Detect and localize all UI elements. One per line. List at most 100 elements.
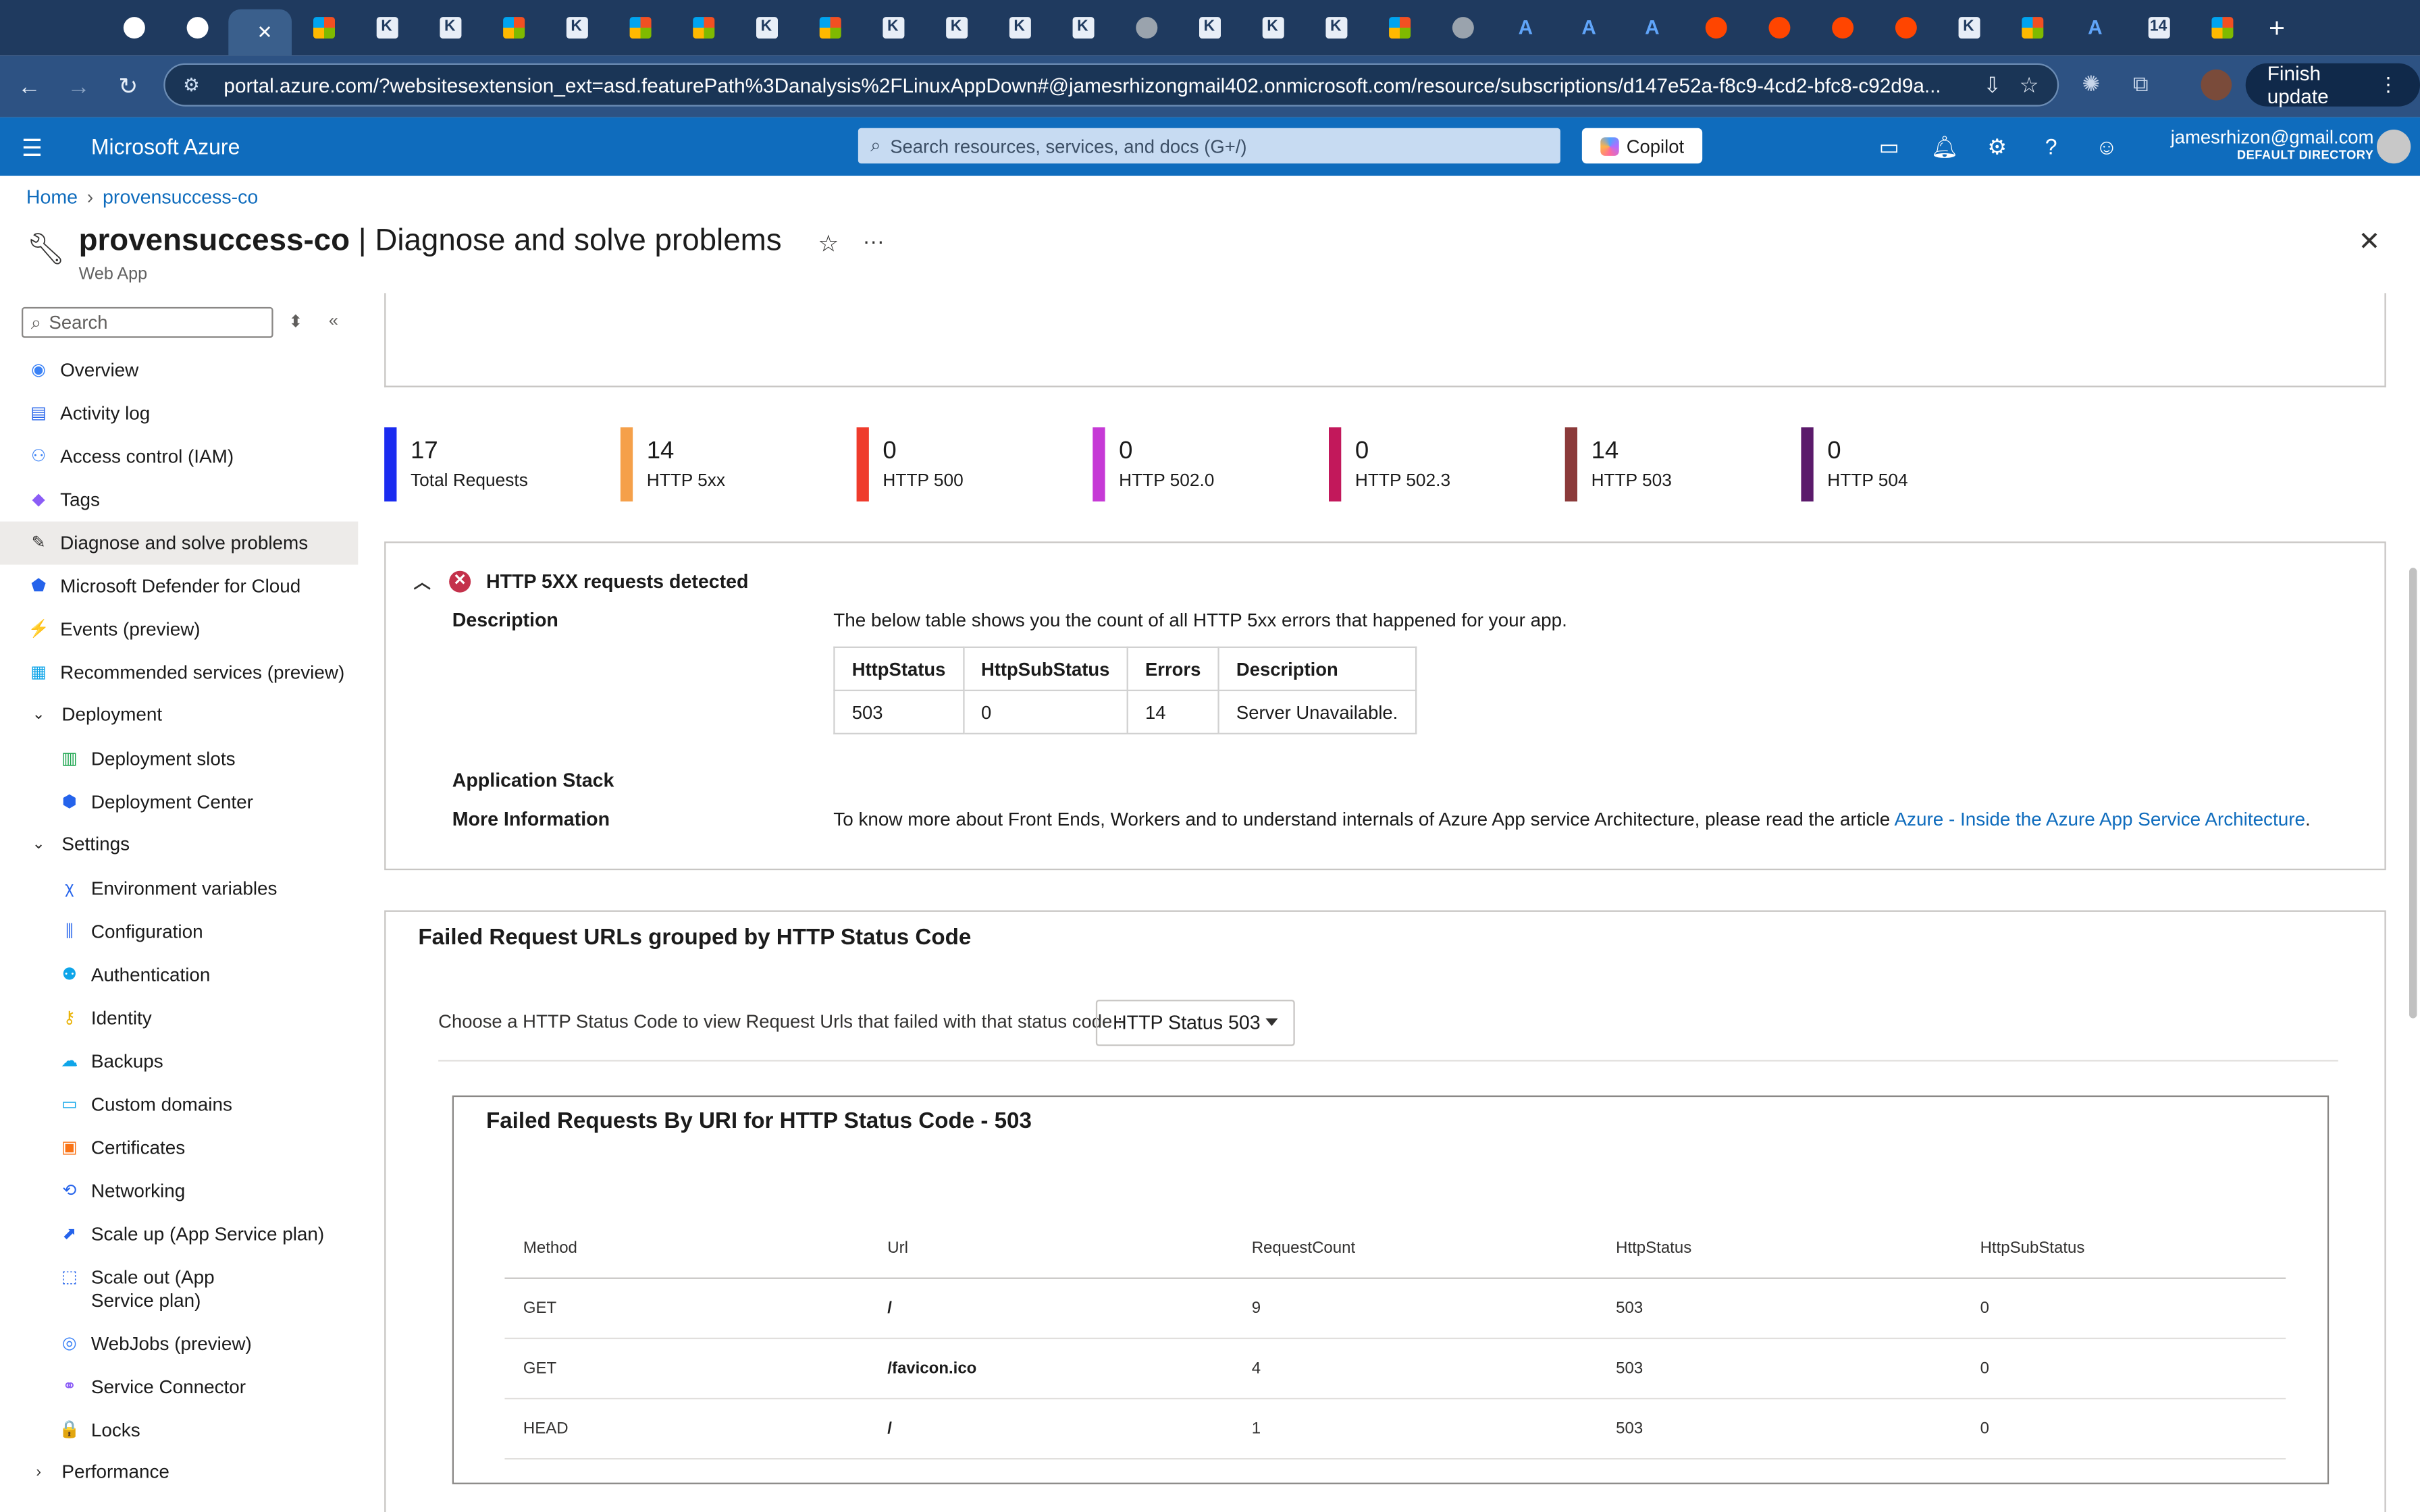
browser-tab[interactable]: K [1241, 6, 1305, 49]
table-row[interactable]: HEAD / 1 503 0 [504, 1399, 2286, 1460]
sidebar-item-diagnose-and-solve-problems[interactable]: ✎ Diagnose and solve problems [0, 521, 359, 565]
sidebar-item-overview[interactable]: ◉ Overview [0, 349, 358, 392]
browser-tab[interactable]: K [861, 6, 924, 49]
column-header[interactable]: HttpStatus [1616, 1228, 1691, 1268]
sidebar-item-service-connector[interactable]: ⚭ Service Connector [0, 1366, 358, 1409]
copilot-button[interactable]: Copilot [1581, 128, 1703, 164]
sidebar-item-deployment[interactable]: ⌄ Deployment [0, 693, 358, 736]
address-bar[interactable]: ⚙ portal.azure.com/?websitesextension_ex… [163, 63, 2059, 107]
browser-tab[interactable] [1684, 6, 1747, 49]
sidebar-item-performance[interactable]: › Performance [0, 1451, 358, 1494]
browser-tab[interactable]: K [1051, 6, 1115, 49]
browser-tab[interactable]: A [1621, 6, 1684, 49]
close-blade-icon[interactable]: ✕ [2359, 227, 2381, 258]
cloud-shell-icon[interactable]: ▭ [1875, 134, 1903, 161]
browser-tab[interactable]: K [1937, 6, 2001, 49]
reload-icon[interactable]: ↻ [103, 72, 153, 101]
browser-tab[interactable]: K [545, 6, 608, 49]
page-scrollbar[interactable] [2409, 568, 2417, 1019]
sidebar-search-input[interactable]: ⌕ Search [22, 306, 273, 338]
browser-tab[interactable] [1747, 6, 1810, 49]
browser-tab[interactable]: A [1494, 6, 1558, 49]
browser-tab[interactable]: K [735, 6, 798, 49]
sidebar-item-deployment-center[interactable]: ⬢ Deployment Center [0, 781, 358, 824]
status-code-dropdown[interactable]: HTTP Status 503 [1095, 1000, 1295, 1046]
table-row[interactable]: GET/favicon.ico 4 503 0 [504, 1339, 2286, 1400]
column-header[interactable]: RequestCount [1252, 1228, 1355, 1268]
azure-brand[interactable]: Microsoft Azure [91, 134, 240, 159]
browser-tab[interactable]: K [418, 6, 481, 49]
collapse-chevron-icon[interactable]: ︿ [414, 569, 431, 594]
finish-update-button[interactable]: Finish update ⋮ [2245, 61, 2420, 108]
sidebar-item-backups[interactable]: ☁ Backups [0, 1040, 358, 1083]
breadcrumb-resource-link[interactable]: provensuccess-co [103, 187, 258, 209]
browser-tab[interactable]: A [2063, 6, 2127, 49]
hamburger-menu-icon[interactable]: ☰ [22, 134, 43, 162]
sidebar-item-webjobs-preview[interactable]: ◎ WebJobs (preview) [0, 1322, 358, 1366]
sidebar-item-access-control-iam[interactable]: ⚇ Access control (IAM) [0, 435, 358, 479]
more-options-icon[interactable]: ··· [863, 228, 885, 253]
user-avatar[interactable] [2377, 130, 2411, 164]
browser-tab[interactable]: 14 [2127, 6, 2190, 49]
architecture-article-link[interactable]: Azure - Inside the Azure App Service Arc… [1894, 809, 2305, 830]
collapse-sidebar-icon[interactable]: « [329, 312, 338, 330]
browser-tab[interactable] [1874, 6, 1937, 49]
close-tab-icon[interactable]: ✕ [257, 22, 273, 43]
sidebar-item-custom-domains[interactable]: ▭ Custom domains [0, 1083, 358, 1127]
browser-tab[interactable]: K [988, 6, 1051, 49]
back-icon[interactable]: ← [5, 74, 54, 100]
browser-tab[interactable]: ✕ [228, 9, 292, 56]
sidebar-item-networking[interactable]: ⟲ Networking [0, 1170, 358, 1213]
extensions-puzzle-icon[interactable]: ⧉ [2133, 71, 2149, 97]
sidebar-item-configuration[interactable]: ⫼ Configuration [0, 911, 358, 954]
browser-tab[interactable]: K [1304, 6, 1367, 49]
table-row[interactable]: GET / 9 503 0 [504, 1279, 2286, 1340]
sidebar-item-activity-log[interactable]: ▤ Activity log [0, 392, 358, 435]
sidebar-item-scale-out-app-service-plan[interactable]: ⬚ Scale out (App Service plan) [0, 1256, 358, 1312]
help-icon[interactable]: ? [2037, 134, 2065, 159]
sidebar-item-identity[interactable]: ⚷ Identity [0, 997, 358, 1040]
extension-icon[interactable]: ✺ [2082, 71, 2100, 97]
browser-tab[interactable] [1114, 6, 1178, 49]
sidebar-item-tags[interactable]: ◆ Tags [0, 479, 358, 522]
browser-tab[interactable] [798, 6, 862, 49]
browser-tab[interactable] [165, 6, 229, 49]
column-header[interactable]: HttpSubStatus [1980, 1228, 2085, 1268]
browser-tab[interactable]: A [1557, 6, 1621, 49]
new-tab-icon[interactable]: + [2269, 11, 2285, 44]
favorite-star-icon[interactable]: ☆ [818, 230, 839, 258]
browser-tab[interactable] [1810, 6, 1874, 49]
sidebar-item-certificates[interactable]: ▣ Certificates [0, 1127, 358, 1170]
browser-tab[interactable] [1431, 6, 1494, 49]
feedback-icon[interactable]: ☺ [2093, 134, 2120, 159]
browser-tab[interactable] [671, 6, 735, 49]
browser-tab[interactable]: K [924, 6, 988, 49]
site-info-icon[interactable]: ⚙ [178, 71, 205, 99]
sort-toggle-icon[interactable]: ⬍ [288, 312, 302, 331]
notifications-bell-icon[interactable]: 🔔︎ [1930, 134, 1959, 161]
browser-tab[interactable]: K [1178, 6, 1241, 49]
browser-tab[interactable] [292, 6, 355, 49]
detection-header[interactable]: ︿ ✕ HTTP 5XX requests detected [414, 569, 749, 594]
browser-tab[interactable]: K [355, 6, 419, 49]
column-header[interactable]: Method [523, 1228, 577, 1268]
breadcrumb-home-link[interactable]: Home [26, 187, 78, 209]
account-menu[interactable]: jamesrhizon@gmail.com DEFAULT DIRECTORY [2171, 126, 2374, 162]
browser-tab[interactable] [2000, 6, 2063, 49]
browser-tab[interactable] [608, 6, 672, 49]
browser-tab[interactable] [2190, 6, 2253, 49]
sidebar-item-deployment-slots[interactable]: ▥ Deployment slots [0, 738, 358, 781]
sidebar-item-scale-up-app-service-plan[interactable]: ⬈ Scale up (App Service plan) [0, 1213, 358, 1256]
sidebar-item-recommended-services-preview[interactable]: ▦ Recommended services (preview) [0, 651, 358, 695]
forward-icon[interactable]: → [54, 74, 103, 100]
browser-tab[interactable] [102, 6, 165, 49]
bookmark-star-icon[interactable]: ☆ [2020, 72, 2039, 97]
install-app-icon[interactable]: ⇩ [1983, 72, 2001, 97]
browser-tab[interactable] [481, 6, 545, 49]
sidebar-item-events-preview[interactable]: ⚡ Events (preview) [0, 608, 358, 651]
sidebar-item-settings[interactable]: ⌄ Settings [0, 822, 358, 865]
browser-tab[interactable] [1367, 6, 1431, 49]
column-header[interactable]: Url [887, 1228, 908, 1268]
profile-avatar[interactable] [2201, 69, 2232, 101]
sidebar-item-locks[interactable]: 🔒 Locks [0, 1409, 358, 1452]
